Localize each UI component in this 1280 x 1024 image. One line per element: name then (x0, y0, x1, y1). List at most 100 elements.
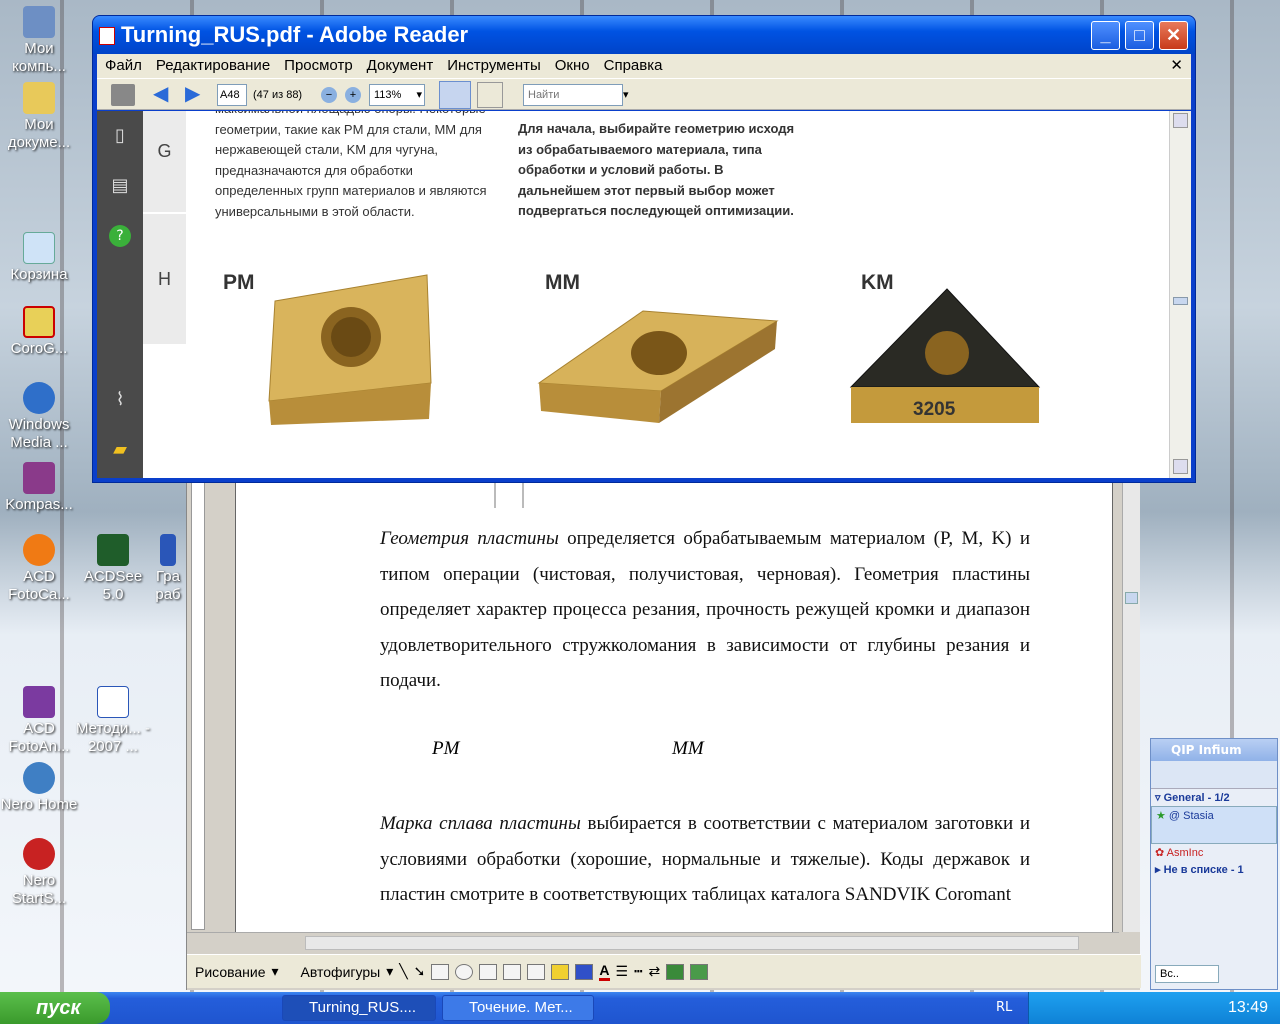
language-indicator[interactable]: RL (996, 992, 1012, 1024)
desktop-icon-label: Корзина (10, 266, 68, 283)
qip-status-button[interactable]: Вс.. (1155, 965, 1219, 983)
folder-icon (23, 82, 55, 114)
task-button-word[interactable]: Точение. Мет... (442, 995, 594, 1021)
maximize-button[interactable]: □ (1125, 21, 1154, 50)
nero-home-icon (23, 762, 55, 794)
reader-vertical-scrollbar[interactable] (1169, 111, 1191, 478)
picture-tool-icon[interactable] (527, 963, 546, 980)
desktop-icon-acd-fotocanvas[interactable]: ACD FotoCa... (0, 534, 78, 604)
desktop-icon-nero-home[interactable]: Nero Home (0, 762, 78, 814)
next-page-icon[interactable]: ▶ (185, 84, 207, 106)
bookmarks-icon[interactable]: ▤ (109, 175, 131, 197)
start-button[interactable]: пуск (0, 992, 110, 1024)
desktop-icon-label: ACD FotoAn... (8, 720, 70, 755)
3d-icon[interactable] (690, 963, 709, 980)
desktop-icon-my-computer[interactable]: Мои компь... (0, 6, 78, 76)
menu-close-icon[interactable]: ✕ (1162, 54, 1191, 78)
desktop-icon-gra[interactable]: Гра раб (148, 534, 188, 604)
menu-window[interactable]: Окно (547, 54, 596, 78)
desktop-icon-label: Мои докуме... (7, 116, 71, 151)
menu-edit[interactable]: Редактирование (148, 54, 276, 78)
line-tool-icon[interactable]: ╲ (399, 963, 407, 980)
dropdown-arrow-icon[interactable]: ▾ (623, 84, 633, 106)
qip-status-label: Вс.. (1160, 968, 1179, 980)
dropdown-arrow-icon: ▾ (416, 89, 422, 101)
line-style-icon[interactable]: ☰ (616, 963, 629, 980)
font-color-icon[interactable]: A (599, 962, 610, 981)
desktop-icon-recycle-bin[interactable]: Корзина (0, 232, 78, 284)
scroll-track[interactable] (305, 936, 1079, 950)
menu-file[interactable]: Файл (97, 54, 148, 78)
qip-contact-stasia[interactable]: ★ @ Stasia (1151, 806, 1277, 844)
word-horizontal-scrollbar[interactable] (187, 932, 1119, 952)
reader-title-bar[interactable]: Turning_RUS.pdf - Adobe Reader _ □ ✕ (93, 16, 1195, 54)
dropdown-arrow-icon: ▾ (386, 963, 394, 979)
autoshapes-menu-button[interactable]: Автофигуры (301, 964, 381, 980)
scroll-thumb[interactable] (1125, 592, 1138, 604)
desktop-icon-nero-starts[interactable]: Nero StartS... (0, 838, 78, 908)
desktop-icon-acd-fotoangelo[interactable]: ACD FotoAn... (0, 686, 78, 756)
computer-icon (23, 6, 55, 38)
qip-contact-name: Stasia (1183, 810, 1214, 822)
scroll-up-icon[interactable] (1173, 113, 1188, 128)
drawing-menu-button[interactable]: Рисование (195, 964, 266, 980)
vertical-ruler (191, 480, 205, 930)
fit-page-icon[interactable] (477, 82, 503, 108)
fill-color-icon[interactable] (551, 963, 570, 980)
qip-not-in-list-label: Не в списке - 1 (1163, 864, 1244, 876)
desktop-icon-kompas[interactable]: Kompas... (0, 462, 78, 514)
menu-view[interactable]: Просмотр (276, 54, 359, 78)
fit-width-icon[interactable] (439, 81, 471, 109)
desktop-icon-label: Гра раб (155, 568, 181, 603)
comments-icon[interactable]: ▰ (109, 439, 131, 461)
zoom-value: 113% (374, 89, 402, 101)
scroll-down-icon[interactable] (1173, 459, 1188, 474)
print-icon[interactable] (111, 84, 135, 106)
task-button-reader[interactable]: Turning_RUS.... (282, 995, 436, 1021)
desktop-icon-corog[interactable]: CoroG... (0, 306, 78, 358)
reader-menu-bar: Файл Редактирование Просмотр Документ Ин… (97, 54, 1191, 78)
qip-group[interactable]: ▿ General - 1/2 (1151, 789, 1277, 806)
textbox-tool-icon[interactable] (479, 963, 498, 980)
find-field[interactable] (523, 84, 623, 106)
label-mm: MM (672, 738, 704, 759)
close-button[interactable]: ✕ (1159, 21, 1188, 50)
desktop-icon-windows-media[interactable]: Windows Media ... (0, 382, 78, 452)
menu-document[interactable]: Документ (359, 54, 440, 78)
line-color-icon[interactable] (575, 963, 594, 980)
menu-tools[interactable]: Инструменты (439, 54, 547, 78)
paragraph-geometry: Геометрия пластины определяется обрабаты… (380, 521, 1030, 699)
desktop-icon-metodi[interactable]: Методи... - 2007 ... (74, 686, 152, 756)
pages-icon[interactable]: ▯ (109, 125, 131, 147)
oval-tool-icon[interactable] (455, 963, 474, 980)
desktop-icon-acdsee[interactable]: ACDSee 5.0 (74, 534, 152, 604)
recycle-bin-icon (23, 232, 55, 264)
zoom-in-icon[interactable]: + (345, 87, 361, 103)
rectangle-tool-icon[interactable] (431, 963, 450, 980)
zoom-select[interactable]: 113% ▾ (369, 84, 425, 106)
attachment-icon[interactable]: ⌇ (109, 389, 131, 411)
qip-contact-asminc[interactable]: ✿ AsmInc (1151, 844, 1277, 861)
word-vertical-scrollbar[interactable] (1122, 480, 1140, 932)
page-number-field[interactable] (217, 84, 247, 106)
acd-fotoangelo-icon (23, 686, 55, 718)
zoom-out-icon[interactable]: − (321, 87, 337, 103)
previous-page-icon[interactable]: ◀ (153, 84, 175, 106)
shadow-icon[interactable] (666, 963, 685, 980)
qip-not-in-list[interactable]: ▸ Не в списке - 1 (1151, 861, 1277, 878)
document-page[interactable]: Геометрия пластины определяется обрабаты… (235, 480, 1113, 932)
help-icon[interactable]: ? (109, 225, 131, 247)
dash-style-icon[interactable]: ┅ (634, 963, 642, 980)
qip-title-bar[interactable]: QIP Infium (1151, 739, 1277, 761)
menu-help[interactable]: Справка (596, 54, 669, 78)
pdf-page[interactable]: G H максимальной площадью опоры. Некотор… (143, 111, 1169, 478)
minimize-button[interactable]: _ (1091, 21, 1120, 50)
wordart-tool-icon[interactable] (503, 963, 522, 980)
scroll-thumb[interactable] (1173, 297, 1188, 305)
page-count-label: (47 из 88) (253, 89, 303, 101)
arrow-tool-icon[interactable]: ➘ (414, 963, 426, 980)
arrow-style-icon[interactable]: ⇄ (649, 963, 661, 980)
desktop-icon-my-documents[interactable]: Мои докуме... (0, 82, 78, 152)
online-star-icon: ★ (1156, 810, 1166, 822)
pdf-left-text: максимальной площадью опоры. Некоторые г… (215, 111, 487, 219)
